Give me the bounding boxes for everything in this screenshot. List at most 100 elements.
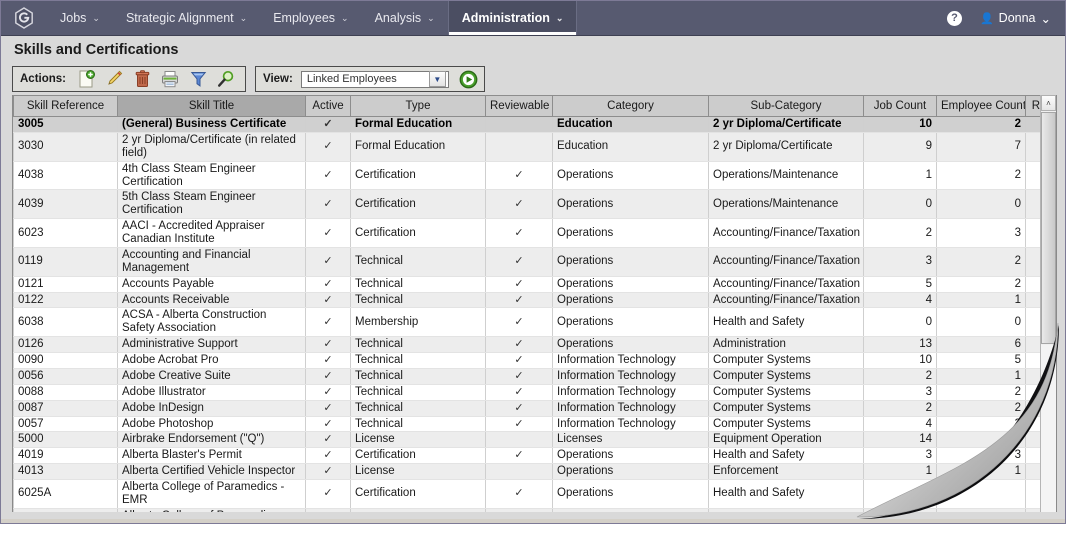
column-header-employee-count[interactable]: Employee Count xyxy=(936,95,1026,117)
column-header-skill-reference[interactable]: Skill Reference xyxy=(13,95,118,117)
cell-sub-category: Computer Systems xyxy=(708,352,864,369)
cell-skill-reference: 4038 xyxy=(13,161,118,191)
cell-reviewable: ✓ xyxy=(485,276,553,293)
cell-category: Operations xyxy=(552,336,709,353)
cell-job-count: 4 xyxy=(863,416,937,433)
nav-item-administration[interactable]: Administration ⌄ xyxy=(447,1,578,35)
cell-skill-title: Alberta Certified Vehicle Inspector xyxy=(117,463,306,480)
checkmark-icon: ✓ xyxy=(514,293,524,306)
user-menu[interactable]: 👤 Donna ⌄ xyxy=(980,11,1051,26)
cell-skill-reference: 0057 xyxy=(13,416,118,433)
nav-item-analysis[interactable]: Analysis ⌄ xyxy=(362,1,448,35)
cell-skill-reference: 0119 xyxy=(13,247,118,277)
checkmark-icon: ✓ xyxy=(323,255,333,268)
nav-item-employees[interactable]: Employees ⌄ xyxy=(260,1,361,35)
cell-job-count: 0 xyxy=(863,307,937,338)
table-row[interactable]: 0087 Adobe InDesign ✓ Technical ✓ Information… xyxy=(13,400,1056,417)
column-header-job-count[interactable]: Job Count xyxy=(863,95,937,117)
table-row[interactable]: 0126 Administrative Support ✓ Technical ✓ Ope… xyxy=(13,336,1056,353)
cell-job-count: 2 xyxy=(863,368,937,385)
go-button[interactable] xyxy=(459,69,479,89)
table-row[interactable]: 4013 Alberta Certified Vehicle Inspector ✓… xyxy=(13,463,1056,480)
view-select[interactable]: Linked Employees ▼ xyxy=(300,70,449,88)
table-row[interactable]: 6025A Alberta College of Paramedics - EMR… xyxy=(13,479,1056,509)
checkmark-icon: ✓ xyxy=(514,417,524,430)
edit-pencil-icon[interactable] xyxy=(102,68,126,90)
table-row[interactable]: 0057 Adobe Photoshop ✓ Technical ✓ Informatio… xyxy=(13,416,1056,433)
cell-active: ✓ xyxy=(305,352,351,369)
cell-sub-category: Health and Safety xyxy=(708,479,864,509)
cell-type: Technical xyxy=(350,384,486,401)
scrollbar-track[interactable] xyxy=(1041,345,1056,515)
table-row[interactable]: 0090 Adobe Acrobat Pro ✓ Technical ✓ Informat… xyxy=(13,352,1056,369)
new-document-icon[interactable] xyxy=(74,68,98,90)
scrollbar-thumb[interactable] xyxy=(1041,112,1056,344)
cell-skill-title: ACSA - Alberta Construction Safety Assoc… xyxy=(117,307,306,338)
cell-job-count: 13 xyxy=(863,336,937,353)
nav-label: Administration xyxy=(461,11,550,25)
table-row[interactable]: 0056 Adobe Creative Suite ✓ Technical ✓ Infor… xyxy=(13,368,1056,385)
checkmark-icon: ✓ xyxy=(514,401,524,414)
cell-category: Operations xyxy=(552,247,709,277)
table-row[interactable]: 4038 4th Class Steam Engineer Certificati… xyxy=(13,161,1056,191)
cell-type: Certification xyxy=(350,161,486,191)
table-row[interactable]: 6038 ACSA - Alberta Construction Safety A… xyxy=(13,307,1056,338)
actions-toolbar-group: Actions: xyxy=(12,66,246,92)
vertical-scrollbar[interactable]: ˄ xyxy=(1040,95,1056,515)
column-header-sub-category[interactable]: Sub-Category xyxy=(708,95,864,117)
column-header-type[interactable]: Type xyxy=(350,95,486,117)
checkmark-icon: ✓ xyxy=(323,369,333,382)
table-row[interactable]: 0088 Adobe Illustrator ✓ Technical ✓ Informat… xyxy=(13,384,1056,401)
checkmark-icon: ✓ xyxy=(323,277,333,290)
cell-job-count: 10 xyxy=(863,116,937,133)
cell-employee-count: 2 xyxy=(936,247,1026,277)
table-row[interactable]: 0122 Accounts Receivable ✓ Technical ✓ Operat… xyxy=(13,292,1056,309)
actions-label: Actions: xyxy=(20,73,66,85)
table-row[interactable]: 4039 5th Class Steam Engineer Certificati… xyxy=(13,189,1056,220)
nav-item-jobs[interactable]: Jobs ⌄ xyxy=(47,1,113,35)
cell-active: ✓ xyxy=(305,161,351,191)
cell-sub-category: Health and Safety xyxy=(708,307,864,338)
cell-category: Operations xyxy=(552,307,709,338)
cell-employee-count: 0 xyxy=(936,307,1026,338)
delete-trash-icon[interactable] xyxy=(130,68,154,90)
nav-item-strategic-alignment[interactable]: Strategic Alignment ⌄ xyxy=(113,1,260,35)
column-header-skill-title[interactable]: Skill Title xyxy=(117,95,306,117)
nav-label: Employees xyxy=(273,11,336,25)
cell-skill-title: Adobe Illustrator xyxy=(117,384,306,401)
column-header-category[interactable]: Category xyxy=(552,95,709,117)
help-circle-icon[interactable]: ? xyxy=(946,10,962,26)
checkmark-icon: ✓ xyxy=(323,169,333,182)
table-row[interactable]: 3005 (General) Business Certificate ✓ Forma… xyxy=(13,116,1056,133)
table-row[interactable]: 6023 AACI - Accredited Appraiser Canadian… xyxy=(13,218,1056,248)
column-header-active[interactable]: Active xyxy=(305,95,351,117)
table-row[interactable]: 4019 Alberta Blaster's Permit ✓ Certificati… xyxy=(13,447,1056,465)
cell-skill-reference: 0087 xyxy=(13,400,118,417)
cell-category: Information Technology xyxy=(552,416,709,433)
checkmark-icon: ✓ xyxy=(514,487,524,500)
checkmark-icon: ✓ xyxy=(323,293,333,306)
scroll-up-arrow-icon[interactable]: ˄ xyxy=(1041,95,1056,111)
cell-type: Technical xyxy=(350,276,486,293)
cell-type: Membership xyxy=(350,307,486,338)
cell-type: Technical xyxy=(350,416,486,433)
app-logo[interactable] xyxy=(1,1,47,35)
print-icon[interactable] xyxy=(158,68,182,90)
filter-funnel-icon[interactable] xyxy=(186,68,210,90)
cell-category: Licenses xyxy=(552,431,709,449)
table-row[interactable]: 0121 Accounts Payable ✓ Technical ✓ Operation… xyxy=(13,276,1056,293)
search-magnifier-icon[interactable] xyxy=(214,68,238,90)
table-row[interactable]: 3030 2 yr Diploma/Certificate (in related… xyxy=(13,132,1056,162)
cell-skill-title: Airbrake Endorsement ("Q") xyxy=(117,431,306,449)
table-row[interactable]: 5000 Airbrake Endorsement ("Q") ✓ License Li… xyxy=(13,431,1056,449)
checkmark-icon: ✓ xyxy=(323,417,333,430)
cell-active: ✓ xyxy=(305,189,351,220)
cell-sub-category: Administration xyxy=(708,336,864,353)
table-row[interactable]: 0119 Accounting and Financial Management ✓… xyxy=(13,247,1056,277)
cell-sub-category: Accounting/Finance/Taxation xyxy=(708,292,864,309)
cell-sub-category: Computer Systems xyxy=(708,416,864,433)
nav-label: Strategic Alignment xyxy=(125,11,234,25)
column-header-reviewable[interactable]: Reviewable xyxy=(485,95,553,117)
checkmark-icon: ✓ xyxy=(323,385,333,398)
checkmark-icon: ✓ xyxy=(323,226,333,239)
